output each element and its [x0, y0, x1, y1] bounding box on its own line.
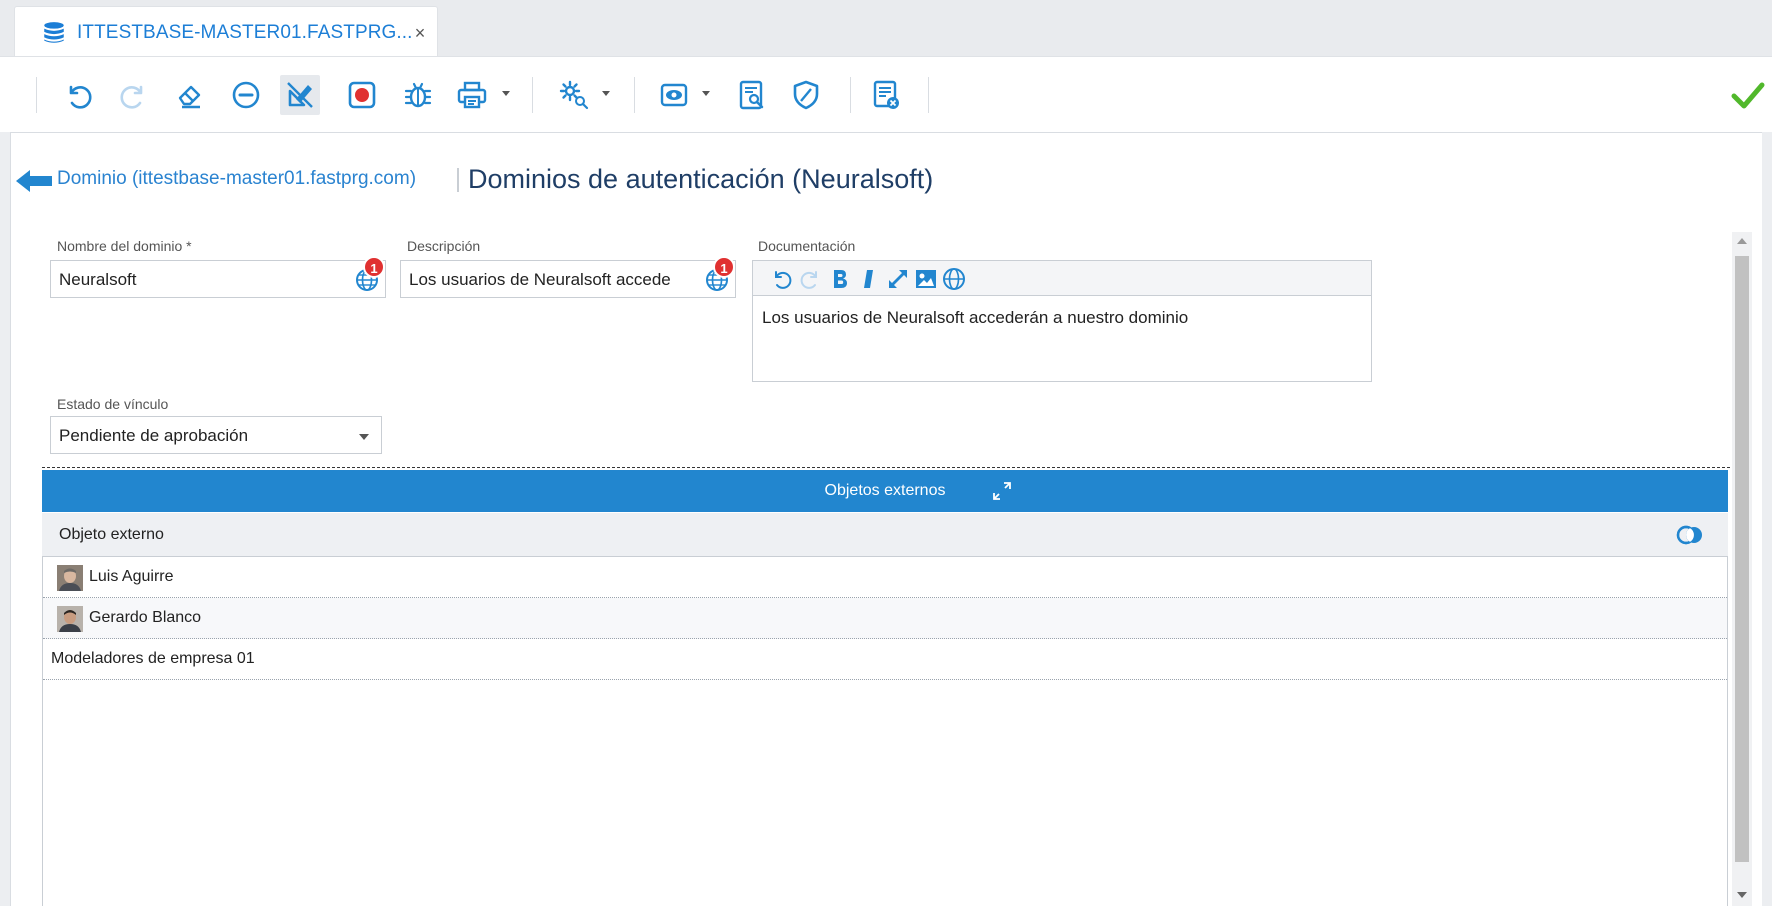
scroll-down-icon[interactable] — [1737, 892, 1747, 898]
settings-icon — [559, 80, 589, 110]
redo-icon — [800, 271, 817, 289]
toolbar-divider — [928, 77, 929, 113]
view-button[interactable] — [654, 75, 694, 115]
section-divider — [42, 467, 1730, 468]
translation-count-badge: 1 — [713, 256, 735, 278]
security-button[interactable] — [786, 75, 826, 115]
table-row[interactable]: Modeladores de empresa 01 — [43, 639, 1727, 680]
image-icon — [916, 270, 936, 288]
print-dropdown-icon[interactable] — [502, 91, 510, 96]
editor-link-button[interactable] — [941, 266, 967, 292]
bold-icon — [834, 270, 847, 288]
record-icon — [348, 81, 376, 109]
print-button[interactable] — [452, 75, 492, 115]
scroll-thumb[interactable] — [1735, 256, 1749, 862]
remove-button[interactable] — [226, 75, 266, 115]
link-state-select[interactable]: Pendiente de aprobación — [50, 416, 382, 454]
undo-button[interactable] — [58, 75, 98, 115]
domain-name-label: Nombre del dominio * — [57, 238, 192, 254]
main-toolbar — [0, 56, 1772, 132]
description-field[interactable]: Los usuarios de Neuralsoft accede — [400, 260, 736, 298]
preview-icon — [739, 80, 764, 110]
security-icon — [793, 80, 819, 110]
view-icon — [660, 83, 688, 107]
undo-icon — [775, 271, 792, 289]
preview-button[interactable] — [732, 75, 772, 115]
debug-button[interactable] — [398, 75, 438, 115]
italic-icon — [864, 270, 873, 288]
page-title: Dominios de autenticación (Neuralsoft) — [468, 164, 934, 194]
redo-button[interactable] — [114, 75, 154, 115]
app-window: ITTESTBASE-MASTER01.FASTPRG... × Dominio… — [0, 0, 1772, 906]
globe-icon — [943, 268, 965, 290]
editor-image-button[interactable] — [913, 266, 939, 292]
row-label: Luis Aguirre — [89, 568, 174, 585]
row-label: Gerardo Blanco — [89, 609, 202, 626]
editor-redo-button[interactable] — [797, 266, 823, 292]
edit-mode-icon — [287, 82, 313, 108]
toolbar-divider — [634, 77, 635, 113]
back-arrow-icon[interactable] — [14, 168, 54, 194]
editor-undo-button[interactable] — [769, 266, 795, 292]
toolbar-divider — [532, 77, 533, 113]
avatar — [57, 565, 83, 591]
eraser-icon — [178, 85, 201, 109]
print-icon — [457, 81, 487, 109]
close-record-icon — [873, 80, 899, 109]
settings-dropdown-icon[interactable] — [602, 91, 610, 96]
clear-button[interactable] — [170, 75, 210, 115]
expand-icon[interactable] — [992, 481, 1012, 501]
translation-count-badge: 1 — [363, 256, 385, 278]
toolbar-divider — [36, 77, 37, 113]
debug-icon — [404, 82, 432, 108]
grid-title: Objetos externos — [824, 482, 946, 499]
scroll-up-icon[interactable] — [1737, 238, 1747, 244]
editor-fullscreen-button[interactable] — [885, 266, 911, 292]
breadcrumb-divider — [457, 168, 459, 192]
tab-bar: ITTESTBASE-MASTER01.FASTPRG... × — [0, 0, 1772, 56]
undo-icon — [69, 85, 92, 109]
redo-icon — [120, 85, 143, 109]
link-state-label: Estado de vínculo — [57, 396, 169, 412]
remove-icon — [232, 81, 260, 109]
description-value: Los usuarios de Neuralsoft accede — [409, 270, 671, 289]
description-label: Descripción — [407, 238, 481, 254]
settings-button[interactable] — [554, 75, 594, 115]
editor-italic-button[interactable] — [855, 266, 881, 292]
tab-title: ITTESTBASE-MASTER01.FASTPRG... — [77, 22, 413, 43]
grid-column-header: Objeto externo — [42, 513, 1728, 557]
close-record-button[interactable] — [866, 75, 906, 115]
tab-database[interactable]: ITTESTBASE-MASTER01.FASTPRG... × — [14, 6, 438, 56]
editor-bold-button[interactable] — [827, 266, 853, 292]
vertical-scrollbar[interactable] — [1732, 232, 1752, 906]
grid-body: Luis Aguirre Gerardo Blanco Modeladores … — [42, 557, 1728, 906]
save-check-icon[interactable] — [1730, 77, 1766, 113]
avatar — [57, 606, 83, 632]
breadcrumb-parent-link[interactable]: Dominio (ittestbase-master01.fastprg.com… — [57, 168, 416, 190]
chevron-down-icon — [359, 434, 369, 440]
edit-mode-button[interactable] — [280, 75, 320, 115]
expand-icon — [889, 270, 907, 288]
row-label: Modeladores de empresa 01 — [51, 650, 255, 667]
table-row[interactable]: Luis Aguirre — [43, 557, 1727, 598]
domain-name-field[interactable]: Neuralsoft — [50, 260, 386, 298]
link-state-value: Pendiente de aprobación — [59, 426, 249, 445]
record-button[interactable] — [342, 75, 382, 115]
toggle-view-icon[interactable] — [1676, 524, 1704, 546]
toolbar-divider — [850, 77, 851, 113]
documentation-label: Documentación — [758, 238, 856, 254]
documentation-value: Los usuarios de Neuralsoft accederán a n… — [762, 308, 1189, 327]
view-dropdown-icon[interactable] — [702, 91, 710, 96]
table-row[interactable]: Gerardo Blanco — [43, 598, 1727, 639]
database-icon — [44, 22, 64, 43]
domain-name-value: Neuralsoft — [59, 270, 137, 289]
documentation-editor[interactable]: Los usuarios de Neuralsoft accederán a n… — [752, 260, 1372, 382]
editor-toolbar — [753, 261, 1371, 296]
close-tab-button[interactable]: × — [411, 23, 429, 43]
column-title[interactable]: Objeto externo — [59, 526, 164, 544]
grid-header: Objetos externos — [42, 470, 1728, 512]
